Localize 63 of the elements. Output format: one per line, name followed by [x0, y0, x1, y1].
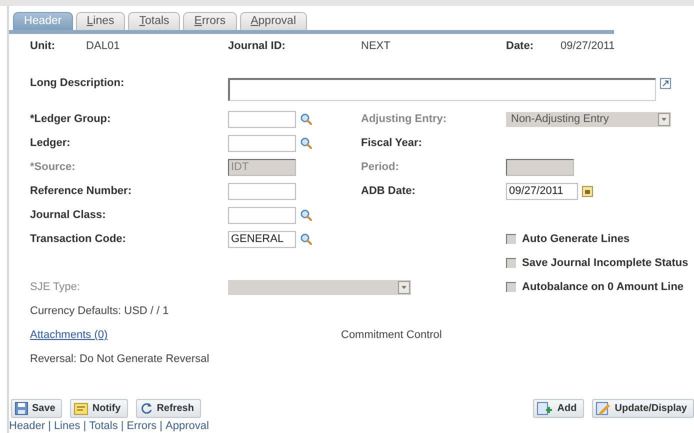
- footer-link[interactable]: Approval: [166, 420, 209, 432]
- commitment-control-text: Commitment Control: [341, 329, 443, 341]
- lookup-field[interactable]: [228, 134, 296, 152]
- footer-link[interactable]: Errors: [126, 420, 157, 432]
- field-value: DAL01: [86, 40, 120, 52]
- search-icon[interactable]: [300, 137, 312, 149]
- add-document-icon: [537, 402, 554, 415]
- expand-icon[interactable]: [660, 78, 671, 89]
- toolbar-button[interactable]: Refresh: [136, 399, 201, 418]
- search-icon[interactable]: [300, 209, 312, 221]
- field-label: Fiscal Year:: [361, 137, 422, 149]
- field-label: Journal ID:: [228, 40, 286, 52]
- footer-link[interactable]: Lines: [54, 420, 80, 432]
- field-label: *Ledger Group:: [30, 113, 111, 125]
- field-label: Long Description:: [30, 77, 124, 89]
- link-separator: |: [120, 420, 124, 432]
- toolbar-button[interactable]: Notify: [70, 399, 128, 418]
- attachments-link[interactable]: Attachments (0): [30, 329, 341, 341]
- field-label: Period:: [361, 161, 399, 173]
- tab[interactable]: Errors: [183, 12, 237, 30]
- field-label: ADB Date:: [361, 185, 416, 197]
- calendar-icon[interactable]: [582, 186, 593, 196]
- tab[interactable]: Lines: [76, 12, 126, 30]
- field-label: Adjusting Entry:: [361, 113, 447, 125]
- link-separator: |: [48, 420, 51, 432]
- checkbox[interactable]: [506, 234, 516, 244]
- toolbar-button[interactable]: Save: [11, 399, 62, 418]
- field-value: 09/27/2011: [560, 40, 615, 52]
- toolbar-button[interactable]: Add: [533, 399, 584, 418]
- tab[interactable]: Approval: [240, 12, 307, 30]
- field-label: Date:: [506, 40, 534, 52]
- reversal-text: Reversal: Do Not Generate Reversal: [30, 353, 210, 365]
- field-label: Journal Class:: [30, 209, 106, 221]
- checkbox[interactable]: [506, 258, 516, 268]
- lookup-field[interactable]: [228, 206, 296, 224]
- link-separator: |: [83, 420, 86, 432]
- checkbox[interactable]: [506, 282, 516, 292]
- search-icon[interactable]: [300, 113, 312, 125]
- field-label: *Source:: [30, 161, 76, 173]
- text-area[interactable]: [228, 78, 656, 101]
- field-label: Unit:: [30, 40, 56, 52]
- footer-link[interactable]: Header: [9, 420, 46, 432]
- checkbox-label: Save Journal Incomplete Status: [522, 257, 688, 269]
- field-label: SJE Type:: [30, 281, 80, 293]
- field-value: NEXT: [361, 40, 390, 52]
- text-field[interactable]: [228, 182, 296, 200]
- checkbox-label: Auto Generate Lines: [522, 233, 630, 245]
- pencil-document-icon: [596, 402, 611, 415]
- checkbox-label: Autobalance on 0 Amount Line: [522, 281, 684, 293]
- search-icon[interactable]: [300, 233, 312, 245]
- tab[interactable]: Totals: [128, 12, 180, 30]
- refresh-icon: [140, 402, 153, 415]
- note-icon: [74, 402, 88, 414]
- toolbar-button[interactable]: Update/Display: [592, 399, 694, 418]
- lookup-field[interactable]: GENERAL: [228, 230, 296, 248]
- currency-defaults-text: Currency Defaults: USD / / 1: [30, 305, 169, 317]
- link-separator: |: [160, 420, 163, 432]
- lookup-field[interactable]: [228, 110, 296, 128]
- date-field[interactable]: 09/27/2011: [506, 182, 578, 200]
- field-label: Ledger:: [30, 137, 70, 149]
- field-label: Reference Number:: [30, 185, 132, 197]
- field-label: Transaction Code:: [30, 233, 126, 245]
- footer-link[interactable]: Totals: [89, 420, 118, 432]
